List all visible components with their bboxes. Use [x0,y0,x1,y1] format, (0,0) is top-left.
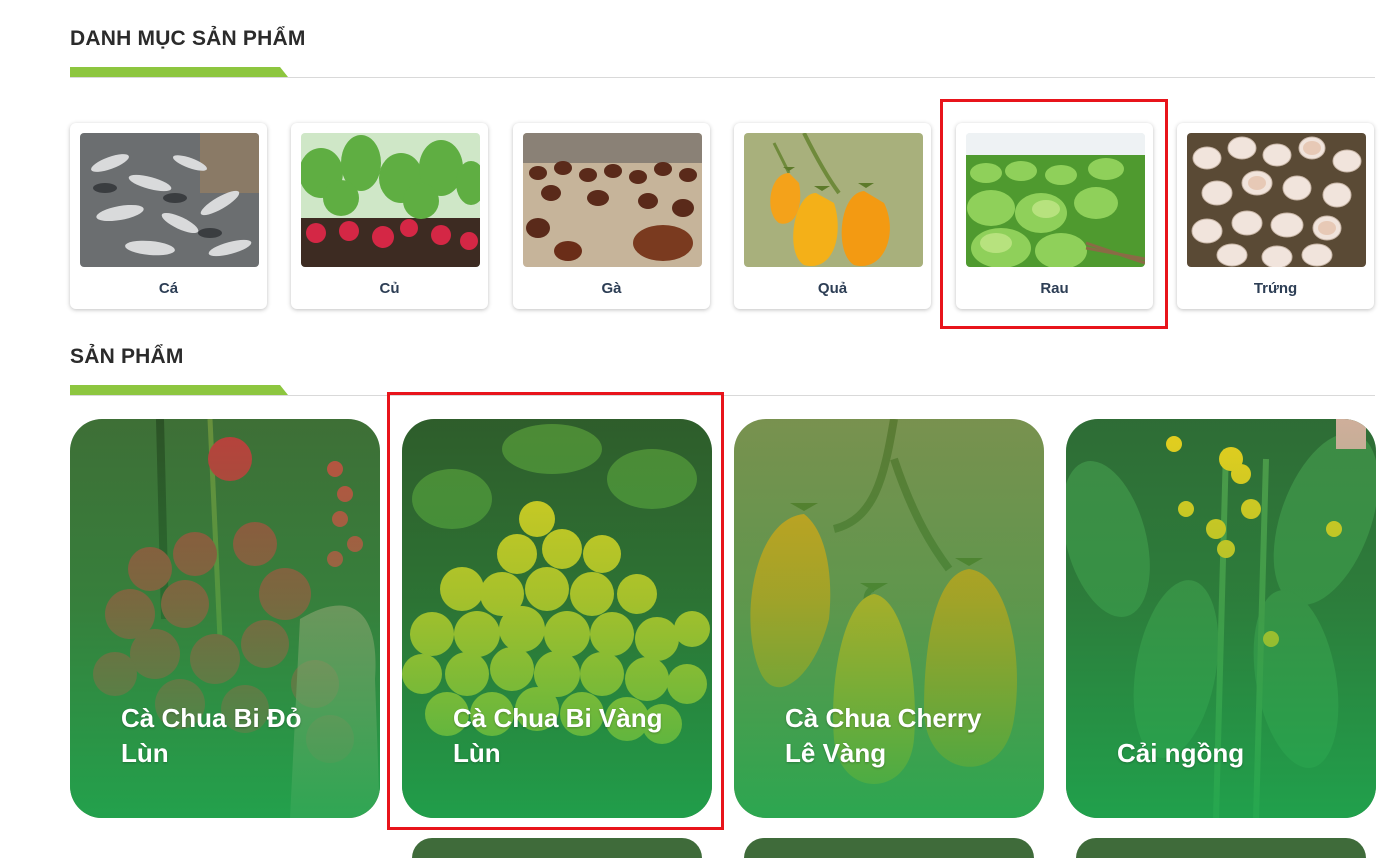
product-name: Cà Chua Cherry Lê Vàng [785,703,982,768]
product-card-ca-chua-bi-vang-lun[interactable]: Cà Chua Bi Vàng Lùn [402,419,712,818]
eggs-image [1187,133,1366,267]
product-card-cai-ngong[interactable]: Cải ngồng [1066,419,1376,818]
category-card-qua[interactable]: Quả [734,123,931,309]
products-section-title: SẢN PHẨM [70,345,184,368]
product-card-peek [744,838,1034,858]
product-name: Cải ngồng [1117,738,1245,768]
category-label: Quả [817,280,848,297]
product-card-peek [412,838,702,858]
chickens-image [523,133,702,267]
category-label: Gà [601,280,622,297]
category-card-ca[interactable]: Cá [70,123,267,309]
category-card-ga[interactable]: Gà [513,123,710,309]
category-label: Củ [379,280,400,297]
product-card-ca-chua-cherry-le-vang[interactable]: Cà Chua Cherry Lê Vàng [734,419,1044,818]
categories-section-title: DANH MỤC SẢN PHẨM [70,27,306,50]
radish-image [301,133,480,267]
product-card-ca-chua-bi-do-lun[interactable]: Cà Chua Bi Đỏ Lùn [70,419,380,818]
category-label: Cá [158,280,179,297]
product-card-peek [1076,838,1366,858]
product-name: Cà Chua Bi Đỏ Lùn [121,703,302,768]
category-label: Trứng [1253,280,1298,297]
category-label: Rau [1040,280,1069,297]
fish-pond-image [80,133,259,267]
product-name: Cà Chua Bi Vàng Lùn [453,703,663,768]
category-card-trung[interactable]: Trứng [1177,123,1374,309]
section-divider [70,77,1375,78]
section-accent-bar [70,67,288,77]
category-card-rau[interactable]: Rau [956,123,1153,309]
leafy-greens-image [966,133,1145,267]
pear-tomato-image [744,133,923,267]
category-card-cu[interactable]: Củ [291,123,488,309]
section-divider [70,395,1375,396]
section-accent-bar [70,385,288,395]
